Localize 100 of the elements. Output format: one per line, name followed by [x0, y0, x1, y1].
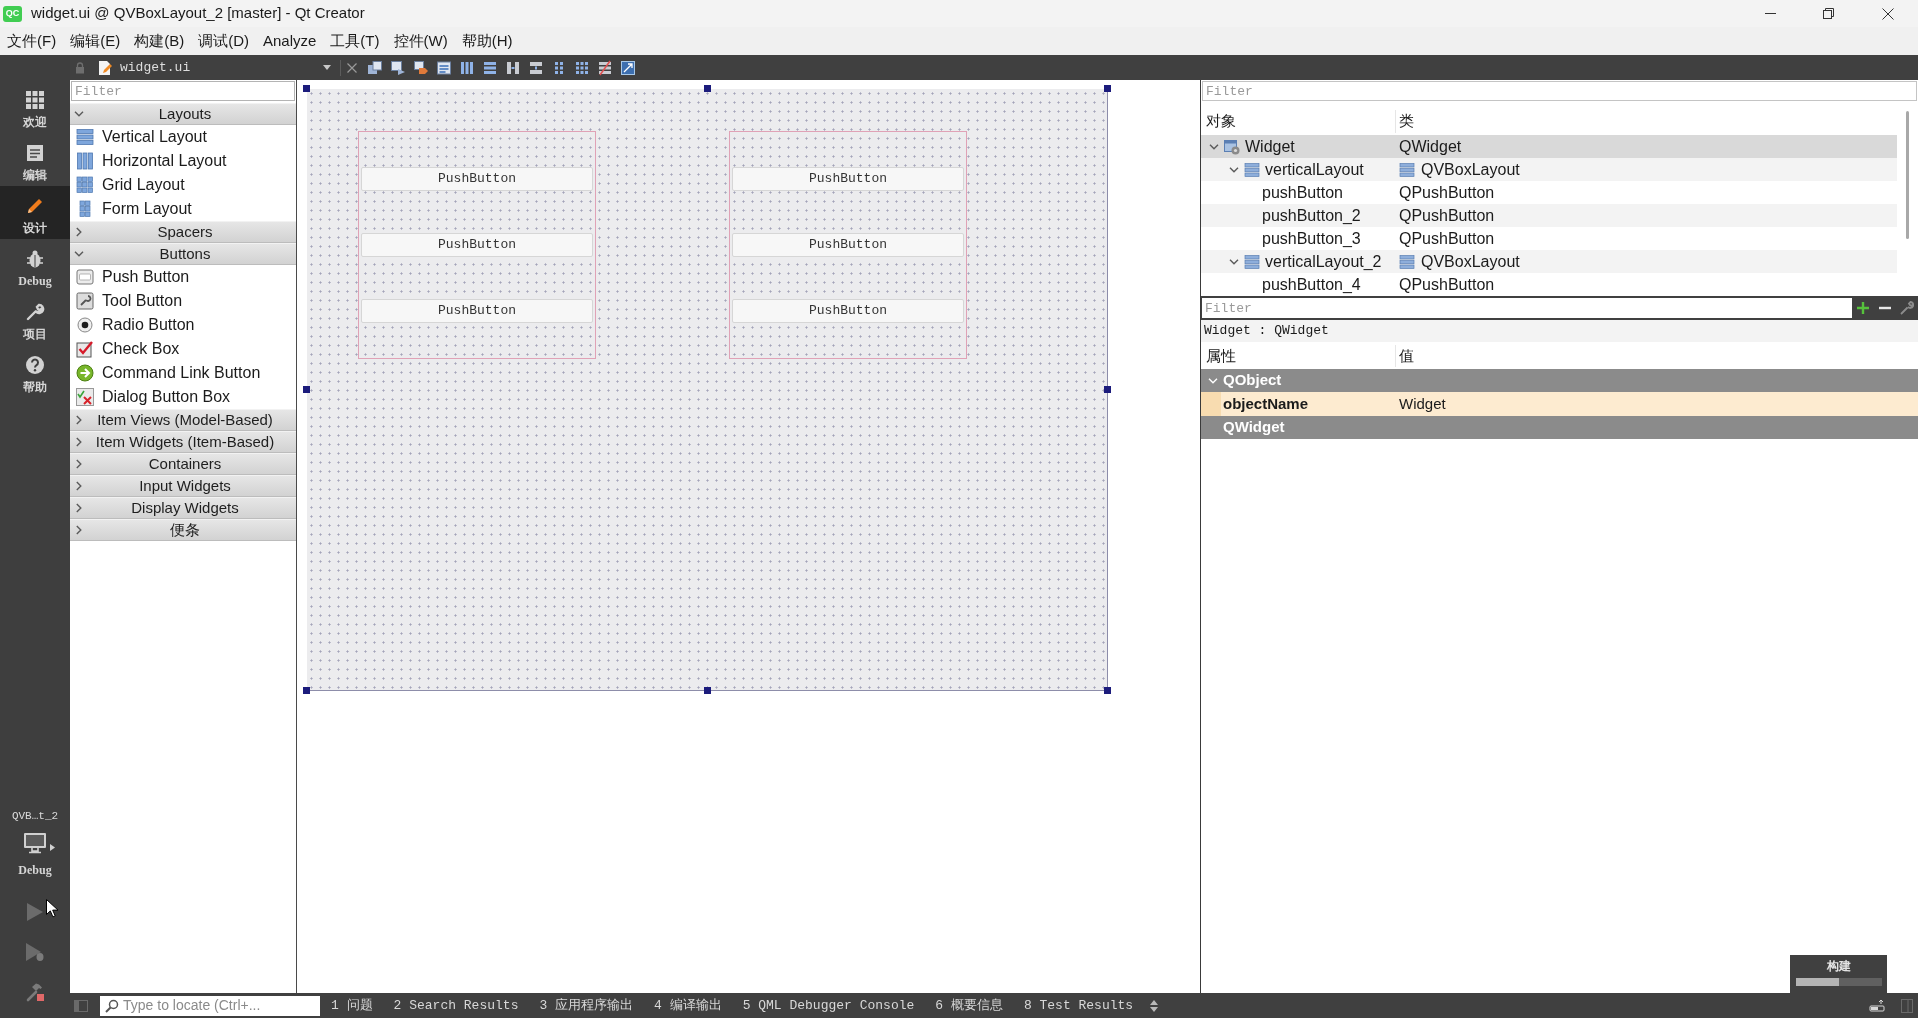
tree-row[interactable]: pushButton_3 QPushButton — [1201, 227, 1897, 250]
squares-grid-icon[interactable] — [25, 90, 45, 110]
property-row[interactable]: objectName Widget — [1201, 392, 1918, 416]
split-rows-icon[interactable] — [527, 59, 544, 76]
tree-row[interactable]: Widget QWidget — [1201, 135, 1897, 158]
widget-box-item[interactable]: Command Link Button — [70, 361, 296, 385]
file-selector[interactable]: widget.ui — [115, 57, 337, 78]
output-pane-button[interactable]: 8 Test Results — [1018, 995, 1139, 1016]
menu-item[interactable]: 文件(F) — [0, 27, 64, 55]
wrench-icon[interactable] — [1900, 301, 1914, 315]
filter-field[interactable]: Filter — [1202, 298, 1852, 318]
output-pane-button[interactable]: 1 问题 — [326, 995, 378, 1016]
chevron-down-icon[interactable] — [1209, 143, 1219, 150]
mode-button[interactable]: 欢迎 — [0, 80, 70, 133]
grid-icon[interactable] — [573, 59, 590, 76]
chevron-down-icon[interactable] — [1229, 258, 1239, 265]
resize-handle[interactable] — [303, 687, 310, 694]
mode-button[interactable]: 帮助 — [0, 345, 70, 398]
widget-box-item[interactable]: Push Button — [70, 265, 296, 289]
window-list-icon[interactable] — [435, 59, 452, 76]
category-header[interactable]: Item Widgets (Item-Based) — [70, 431, 296, 453]
output-pane-button[interactable]: 6 概要信息 — [930, 995, 1008, 1016]
push-button[interactable]: PushButton — [361, 233, 593, 257]
up-down-arrows-icon[interactable] — [1150, 999, 1159, 1012]
menu-item[interactable]: 构建(B) — [127, 27, 192, 55]
menu-item[interactable]: Analyze — [256, 27, 324, 55]
mode-button[interactable]: 项目 — [0, 292, 70, 345]
menu-item[interactable]: 控件(W) — [386, 27, 455, 55]
push-button[interactable]: PushButton — [732, 167, 964, 191]
plus-icon[interactable] — [1857, 302, 1869, 314]
menu-item[interactable]: 编辑(E) — [63, 27, 128, 55]
locator-field[interactable]: Type to locate (Ctrl+... — [100, 995, 320, 1016]
monitor-icon[interactable] — [23, 832, 47, 854]
push-button[interactable]: PushButton — [732, 299, 964, 323]
pencil-icon[interactable] — [25, 196, 45, 216]
category-header[interactable]: Layouts — [70, 103, 296, 125]
filter-field[interactable]: Filter — [71, 81, 295, 101]
close-icon[interactable] — [1881, 7, 1894, 20]
widget-box-item[interactable]: Horizontal Layout — [70, 149, 296, 173]
resize-handle[interactable] — [1104, 386, 1111, 393]
resize-handle[interactable] — [704, 687, 711, 694]
tree-row[interactable]: pushButton_4 QPushButton — [1201, 273, 1897, 296]
window-stack-icon[interactable] — [366, 59, 383, 76]
category-header[interactable]: 便条 — [70, 519, 296, 541]
mode-button[interactable]: 设计 — [0, 186, 70, 239]
restore-icon[interactable] — [1822, 8, 1834, 19]
widget-box-item[interactable]: Check Box — [70, 337, 296, 361]
resize-handle[interactable] — [303, 85, 310, 92]
wrench-icon[interactable] — [25, 302, 45, 322]
menu-item[interactable]: 帮助(H) — [454, 27, 520, 55]
window-arrow-icon[interactable] — [389, 59, 406, 76]
push-button[interactable]: PushButton — [361, 299, 593, 323]
document-icon[interactable] — [25, 143, 45, 163]
category-header[interactable]: Display Widgets — [70, 497, 296, 519]
push-button[interactable]: PushButton — [361, 167, 593, 191]
category-header[interactable]: Spacers — [70, 221, 296, 243]
hammer-icon[interactable] — [25, 982, 45, 1002]
resize-icon[interactable] — [619, 59, 636, 76]
tree-row[interactable]: verticalLayout_2 QVBoxLayout — [1201, 250, 1897, 273]
category-header[interactable]: Containers — [70, 453, 296, 475]
category-header[interactable]: Buttons — [70, 243, 296, 265]
widget-box-item[interactable]: Grid Layout — [70, 173, 296, 197]
bug-icon[interactable] — [25, 249, 45, 269]
output-pane-button[interactable]: 5 QML Debugger Console — [737, 995, 920, 1016]
resize-handle[interactable] — [303, 386, 310, 393]
widget-box-item[interactable]: Form Layout — [70, 197, 296, 221]
resize-handle[interactable] — [704, 85, 711, 92]
mode-button[interactable]: Debug — [0, 239, 70, 292]
split-columns-icon[interactable] — [504, 59, 521, 76]
widget-box-item[interactable]: Vertical Layout — [70, 125, 296, 149]
play-bug-icon[interactable] — [25, 942, 45, 962]
widget-box-item[interactable]: Tool Button — [70, 289, 296, 313]
mode-button[interactable]: 编辑 — [0, 133, 70, 186]
crossed-rows-icon[interactable] — [596, 59, 613, 76]
help-icon[interactable] — [25, 355, 45, 375]
columns-icon[interactable] — [458, 59, 475, 76]
resize-handle[interactable] — [1104, 85, 1111, 92]
tree-row[interactable]: pushButton_2 QPushButton — [1201, 204, 1897, 227]
progress-details-icon[interactable] — [1869, 998, 1885, 1013]
widget-box-item[interactable]: Radio Button — [70, 313, 296, 337]
tag-icon[interactable] — [412, 59, 429, 76]
rows-icon[interactable] — [481, 59, 498, 76]
menu-item[interactable]: 工具(T) — [323, 27, 387, 55]
chevron-down-icon[interactable] — [1229, 166, 1239, 173]
tree-row[interactable]: verticalLayout QVBoxLayout — [1201, 158, 1897, 181]
output-pane-button[interactable]: 4 编译输出 — [649, 995, 727, 1016]
property-value[interactable]: Widget — [1396, 392, 1446, 416]
filter-field[interactable]: Filter — [1202, 81, 1917, 101]
vertical-layout-frame[interactable]: PushButton PushButton PushButton — [358, 131, 596, 359]
scrollbar-thumb[interactable] — [1906, 111, 1909, 239]
push-button[interactable]: PushButton — [732, 233, 964, 257]
sidebar-toggle-icon[interactable] — [74, 999, 88, 1012]
widget-box-item[interactable]: Dialog Button Box — [70, 385, 296, 409]
category-header[interactable]: Item Views (Model-Based) — [70, 409, 296, 431]
output-pane-button[interactable]: 2 Search Results — [388, 995, 524, 1016]
output-pane-button[interactable]: 3 应用程序输出 — [534, 995, 639, 1016]
category-header[interactable]: Input Widgets — [70, 475, 296, 497]
resize-handle[interactable] — [1104, 687, 1111, 694]
menu-item[interactable]: 调试(D) — [191, 27, 256, 55]
tree-row[interactable]: pushButton QPushButton — [1201, 181, 1897, 204]
